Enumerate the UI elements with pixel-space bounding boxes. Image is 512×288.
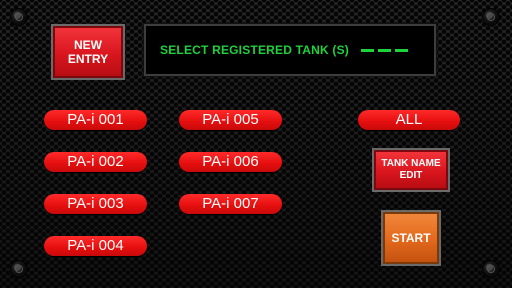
tank-button-pa-i-004[interactable]: PA-i 004	[44, 236, 147, 256]
screw-icon	[483, 9, 499, 25]
screw-icon	[483, 261, 499, 277]
tank-button-pa-i-002[interactable]: PA-i 002	[44, 152, 147, 172]
display-text: SELECT REGISTERED TANK (S)	[160, 43, 349, 57]
tank-button-pa-i-003[interactable]: PA-i 003	[44, 194, 147, 214]
start-button[interactable]: START	[383, 212, 439, 264]
status-display: SELECT REGISTERED TANK (S)	[144, 24, 436, 76]
tank-button-pa-i-001[interactable]: PA-i 001	[44, 110, 147, 130]
tank-name-edit-line2: EDIT	[399, 170, 423, 181]
tank-button-pa-i-007[interactable]: PA-i 007	[179, 194, 282, 214]
dash	[378, 48, 391, 52]
tank-name-edit-button[interactable]: TANK NAME EDIT	[374, 150, 448, 190]
dash	[361, 48, 374, 52]
screw-icon	[11, 9, 27, 25]
new-entry-button[interactable]: NEW ENTRY	[53, 26, 123, 78]
screw-icon	[11, 261, 27, 277]
new-entry-label-line1: NEW	[73, 38, 102, 52]
tank-button-pa-i-005[interactable]: PA-i 005	[179, 110, 282, 130]
tank-button-pa-i-006[interactable]: PA-i 006	[179, 152, 282, 172]
dash	[395, 48, 408, 52]
tank-name-edit-line1: TANK NAME	[381, 158, 441, 169]
new-entry-label-line2: ENTRY	[67, 52, 109, 66]
display-cursor-dashes	[361, 48, 408, 52]
all-button[interactable]: ALL	[358, 110, 460, 130]
start-label: START	[391, 231, 431, 245]
